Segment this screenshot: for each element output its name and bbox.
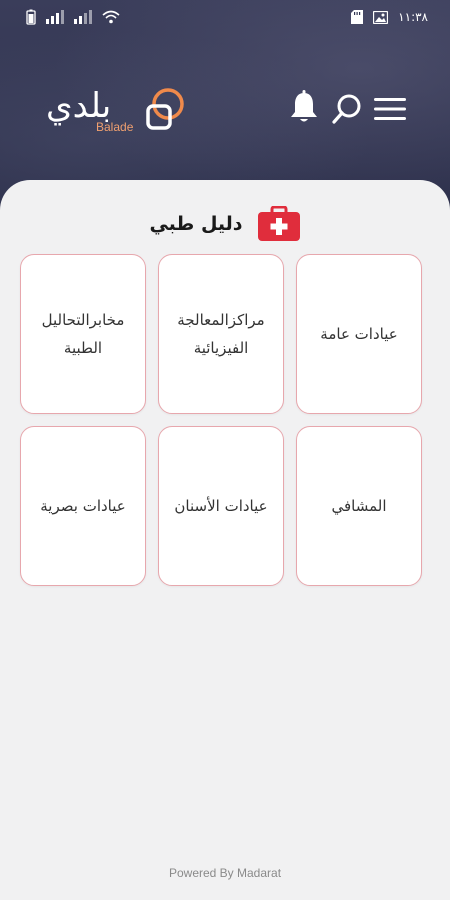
category-label: عيادات بصرية — [40, 497, 126, 515]
battery-icon — [26, 9, 36, 25]
section-title: دليل طبي — [149, 213, 243, 235]
category-dental-clinics[interactable]: عيادات الأسنان — [158, 426, 284, 586]
section-header: دليل طبي — [0, 202, 450, 246]
search-button[interactable] — [330, 92, 364, 126]
category-label: المشافي — [331, 497, 387, 515]
signal-icon — [46, 10, 64, 24]
powered-by-footer: Powered By Madarat — [168, 866, 282, 880]
bell-icon — [288, 90, 320, 128]
status-time: ١١:٣٨ — [398, 10, 428, 24]
logo-subtext: Balade — [96, 120, 134, 134]
logo-mark-icon — [138, 84, 188, 138]
category-label: مراكزالمعالجة الفيزيائية — [177, 311, 265, 357]
menu-icon — [372, 98, 408, 128]
category-label: مخابرالتحاليل الطبية — [41, 311, 125, 357]
category-hospitals[interactable]: المشافي — [296, 426, 422, 586]
signal-icon-2 — [74, 10, 92, 24]
first-aid-kit-icon — [257, 206, 301, 242]
content-sheet: دليل طبي عيادات عامة مراكزالمعالجة الفيز… — [0, 180, 450, 900]
image-icon — [373, 10, 389, 24]
status-bar: ١١:٣٨ — [0, 0, 450, 34]
status-left — [26, 9, 120, 25]
category-physiotherapy-centers[interactable]: مراكزالمعالجة الفيزيائية — [158, 254, 284, 414]
app-header: بلدي Balade — [0, 74, 450, 144]
sd-card-icon — [351, 10, 364, 24]
search-icon — [330, 94, 364, 130]
category-label: عيادات الأسنان — [174, 497, 268, 515]
wifi-icon — [102, 10, 120, 24]
status-right: ١١:٣٨ — [351, 10, 428, 24]
notifications-button[interactable] — [288, 90, 322, 126]
category-optical-clinics[interactable]: عيادات بصرية — [20, 426, 146, 586]
category-label: عيادات عامة — [320, 325, 398, 343]
menu-button[interactable] — [372, 94, 408, 124]
category-medical-labs[interactable]: مخابرالتحاليل الطبية — [20, 254, 146, 414]
category-general-clinics[interactable]: عيادات عامة — [296, 254, 422, 414]
app-logo: بلدي Balade — [42, 80, 192, 146]
